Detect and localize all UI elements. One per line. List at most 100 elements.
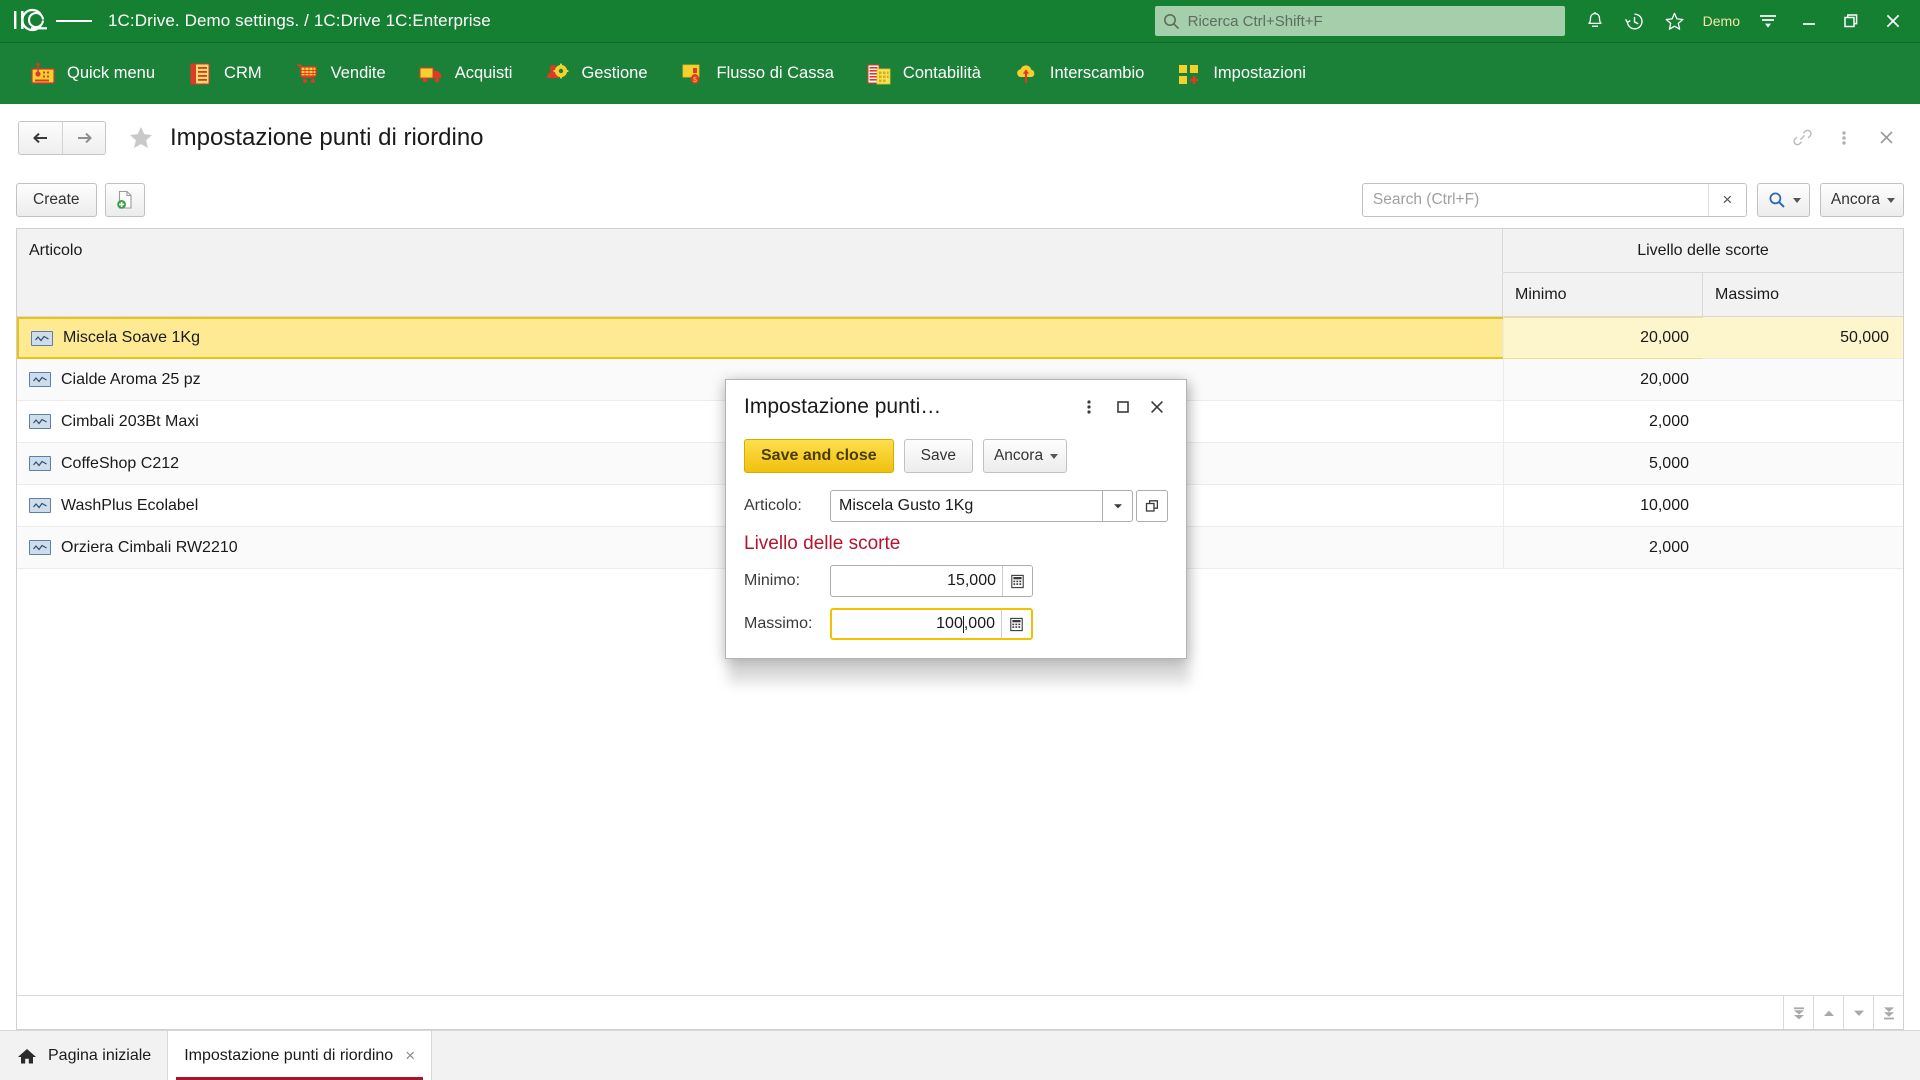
back-button[interactable] [19, 122, 62, 154]
kebab-menu-icon[interactable] [1826, 120, 1862, 156]
cell-minimo[interactable]: 2,000 [1503, 401, 1703, 443]
dialog-close-icon[interactable] [1140, 390, 1174, 424]
massimo-value-after-caret: ,000 [963, 615, 995, 632]
table-header: Articolo Livello delle scorte Minimo Mas… [17, 229, 1903, 317]
create-button[interactable]: Create [16, 183, 97, 217]
calculator-icon[interactable] [1001, 610, 1031, 638]
column-header-minimo[interactable]: Minimo [1503, 273, 1703, 317]
cell-minimo[interactable]: 20,000 [1503, 359, 1703, 401]
nav-label: CRM [224, 64, 262, 82]
articolo-dropdown-icon[interactable] [1103, 490, 1133, 522]
taskbar-tab-reorder-points[interactable]: Impostazione punti di riordino × [168, 1031, 433, 1080]
stock-level-section-title: Livello delle scorte [744, 533, 901, 554]
nav-item-crm[interactable]: CRM [171, 43, 278, 105]
nav-item-flusso-di-cassa[interactable]: $ Flusso di Cassa [664, 43, 850, 105]
close-button[interactable] [1872, 1, 1914, 41]
nav-item-quick-menu[interactable]: Quick menu [14, 43, 171, 105]
close-tab-icon[interactable]: × [405, 1046, 415, 1066]
scroll-down-button[interactable] [1843, 996, 1873, 1029]
column-header-group-stock-level: Livello delle scorte [1503, 229, 1903, 273]
dialog-command-bar: Save and close Save Ancora [726, 434, 1186, 478]
column-header-spacer [17, 273, 1503, 317]
global-search-input[interactable]: Ricerca Ctrl+Shift+F [1154, 6, 1565, 36]
column-header-articolo[interactable]: Articolo [17, 229, 1503, 273]
articolo-field-row: Articolo: Miscela Gusto 1Kg [744, 490, 1168, 522]
search-options-button[interactable] [1756, 183, 1810, 217]
title-bar: 1C:Drive. Demo settings. / 1C:Drive 1C:E… [0, 0, 1920, 42]
scroll-first-button[interactable] [1783, 996, 1813, 1029]
articolo-open-icon[interactable] [1136, 490, 1168, 522]
restore-button[interactable] [1830, 1, 1872, 41]
dialog-title: Impostazione punti… [744, 395, 942, 418]
menu-lines-button[interactable] [1748, 1, 1788, 41]
page-title: Impostazione punti di riordino [170, 123, 484, 151]
create-copy-button[interactable] [104, 183, 145, 217]
minimo-value[interactable]: 15,000 [831, 566, 1002, 596]
cell-minimo[interactable]: 5,000 [1503, 443, 1703, 485]
app-title: 1C:Drive. Demo settings. / 1C:Drive 1C:E… [108, 11, 491, 30]
cell-massimo[interactable] [1703, 401, 1903, 443]
cell-minimo[interactable]: 2,000 [1503, 527, 1703, 569]
nav-label: Acquisti [454, 64, 513, 82]
cell-minimo[interactable]: 20,000 [1503, 317, 1703, 359]
calculator-icon[interactable] [1002, 566, 1032, 596]
nav-item-acquisti[interactable]: Acquisti [402, 43, 529, 105]
user-menu-button[interactable]: Demo [1695, 13, 1748, 29]
articolo-input[interactable]: Miscela Gusto 1Kg [830, 490, 1103, 522]
scroll-last-button[interactable] [1873, 996, 1903, 1029]
global-search-placeholder: Ricerca Ctrl+Shift+F [1187, 12, 1323, 30]
history-button[interactable] [1615, 1, 1655, 41]
more-button[interactable]: Ancora [1819, 183, 1904, 217]
favorite-star-icon[interactable] [120, 117, 162, 159]
articolo-combobox[interactable]: Miscela Gusto 1Kg [830, 490, 1133, 522]
dialog-maximize-icon[interactable] [1106, 390, 1140, 424]
close-page-icon[interactable] [1868, 120, 1904, 156]
crm-icon [187, 61, 213, 87]
save-button[interactable]: Save [903, 439, 973, 473]
nav-label: Gestione [581, 64, 648, 82]
notifications-button[interactable] [1575, 1, 1615, 41]
dialog-more-button[interactable]: Ancora [982, 439, 1068, 473]
save-and-close-button[interactable]: Save and close [744, 439, 894, 473]
massimo-number-field[interactable]: 100,000 [830, 608, 1033, 640]
table-row[interactable]: Miscela Soave 1Kg 20,000 50,000 [17, 317, 1903, 359]
nav-item-interscambio[interactable]: Interscambio [997, 43, 1160, 105]
search-icon [1769, 192, 1785, 208]
nav-item-gestione[interactable]: Gestione [528, 43, 663, 105]
main-menu-button[interactable] [56, 3, 92, 39]
link-icon[interactable] [1784, 120, 1820, 156]
settings-tiles-icon [1176, 61, 1202, 87]
minimo-number-field[interactable]: 15,000 [830, 565, 1033, 597]
dialog-kebab-menu-icon[interactable] [1072, 390, 1106, 424]
dialog-form: Articolo: Miscela Gusto 1Kg Livello dell… [726, 478, 1186, 658]
forward-button[interactable] [62, 121, 105, 154]
column-header-massimo[interactable]: Massimo [1703, 273, 1903, 317]
clear-search-icon[interactable]: × [1707, 184, 1746, 216]
cell-massimo[interactable]: 50,000 [1703, 317, 1903, 359]
cell-massimo[interactable] [1703, 527, 1903, 569]
nav-item-vendite[interactable]: Vendite [278, 43, 402, 105]
minimo-field-row: Minimo: 15,000 [744, 565, 1168, 597]
massimo-value[interactable]: 100,000 [832, 610, 1001, 638]
favorites-button[interactable] [1655, 1, 1695, 41]
minimo-label: Minimo: [744, 572, 801, 589]
taskbar-tab-label: Impostazione punti di riordino [184, 1046, 394, 1064]
cell-massimo[interactable] [1703, 359, 1903, 401]
search-input[interactable]: Search (Ctrl+F) [1363, 191, 1708, 209]
minimize-button[interactable] [1788, 1, 1830, 41]
home-icon [16, 1045, 38, 1067]
cell-massimo[interactable] [1703, 485, 1903, 527]
table-footer [17, 995, 1903, 1029]
1c-logo-icon [10, 6, 52, 36]
edit-reorder-point-dialog: Impostazione punti… Save and close Save … [725, 379, 1187, 659]
cell-massimo[interactable] [1703, 443, 1903, 485]
taskbar-tab-home[interactable]: Pagina iniziale [0, 1031, 169, 1080]
scroll-up-button[interactable] [1813, 996, 1843, 1029]
nav-item-contabilita[interactable]: Contabilità [850, 43, 997, 105]
cell-articolo[interactable]: Miscela Soave 1Kg [17, 317, 1503, 359]
command-bar: Create Search (Ctrl+F) × Ancora [0, 172, 1920, 228]
search-field[interactable]: Search (Ctrl+F) × [1361, 183, 1747, 217]
record-icon [29, 540, 51, 555]
nav-item-impostazioni[interactable]: Impostazioni [1160, 43, 1322, 105]
cell-minimo[interactable]: 10,000 [1503, 485, 1703, 527]
